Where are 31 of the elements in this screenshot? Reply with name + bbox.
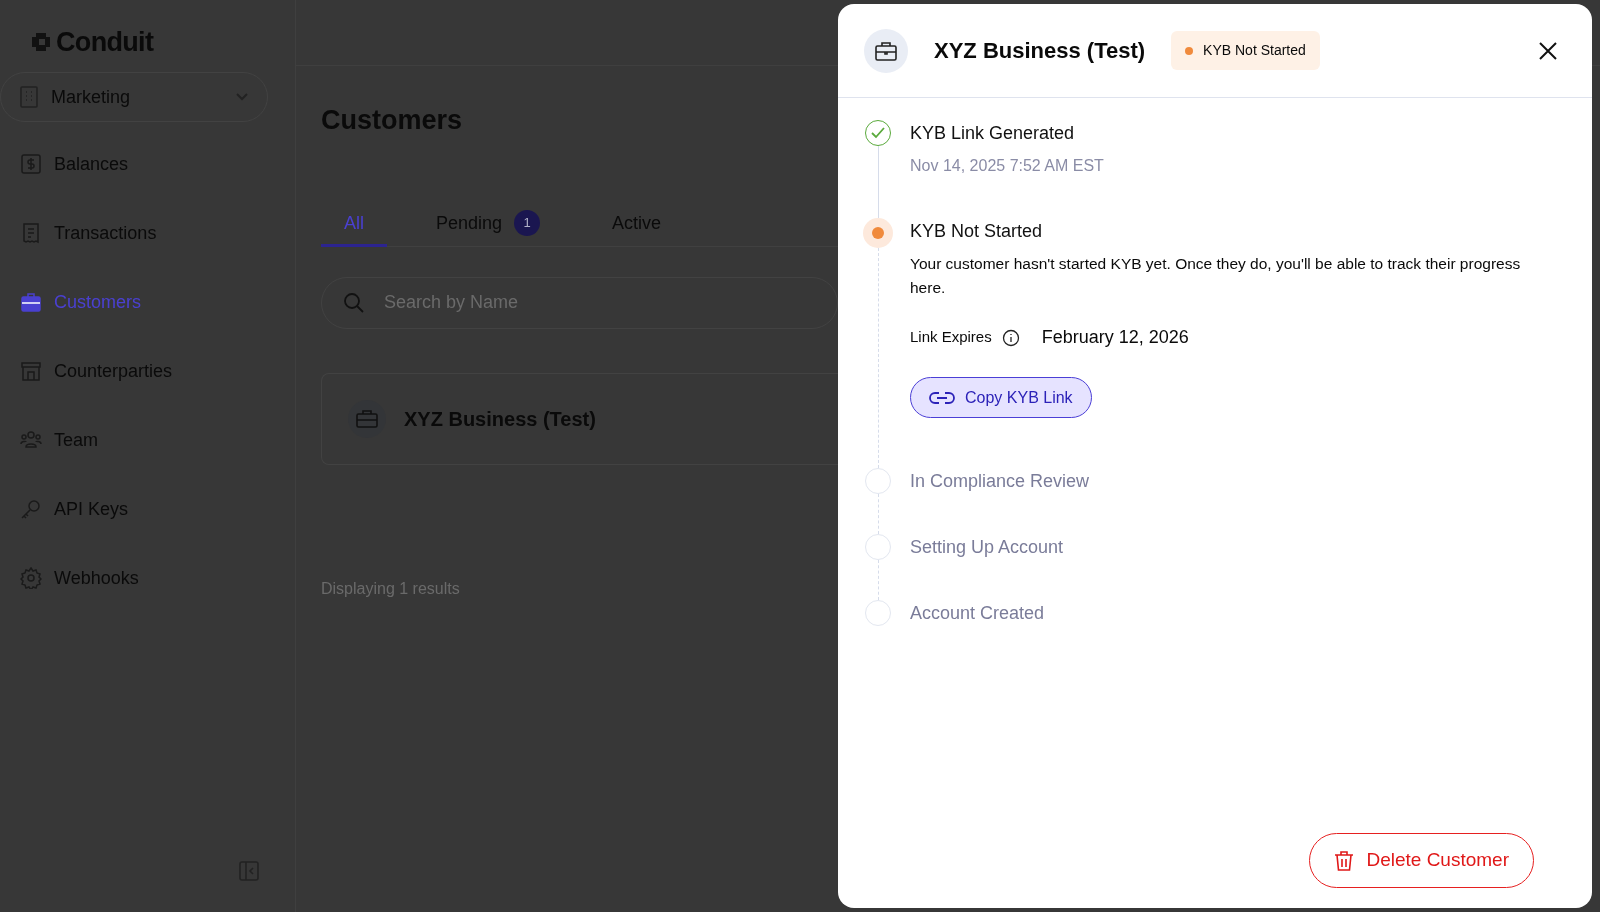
- info-icon: [1001, 328, 1020, 347]
- logo-icon: [30, 31, 52, 53]
- close-icon[interactable]: [1538, 40, 1558, 61]
- status-badge: KYB Not Started: [1171, 31, 1320, 70]
- settings-icon: [20, 567, 42, 589]
- search-icon: [343, 291, 365, 314]
- briefcase-icon: [348, 399, 386, 438]
- step-title: Account Created: [910, 602, 1045, 625]
- step-time: Nov 14, 2025 7:52 AM EST: [910, 156, 1104, 176]
- trash-icon: [1334, 849, 1355, 872]
- sidebar-item[interactable]: Customers: [0, 280, 260, 324]
- panel-title: XYZ Business (Test): [934, 37, 1146, 65]
- link-icon: [929, 390, 955, 405]
- step-title: KYB Not Started: [910, 220, 1044, 243]
- current-step-marker: [863, 218, 893, 248]
- briefcase-icon: [864, 28, 908, 73]
- count-badge: 1: [514, 210, 541, 236]
- receipt-icon: [20, 222, 42, 244]
- key-icon: [20, 498, 42, 520]
- storefront-icon: [20, 360, 42, 382]
- step-title: In Compliance Review: [910, 470, 1090, 493]
- copy-link-button[interactable]: Copy KYB Link: [910, 377, 1092, 418]
- dollar-icon: [20, 153, 42, 175]
- expiry-date: February 12, 2026: [1041, 326, 1189, 349]
- tab[interactable]: All: [321, 202, 387, 247]
- expiry-label: Link Expires: [910, 327, 992, 348]
- step-description: Your customer hasn't started KYB yet. Once they do, you'll be able to track their progress here.: [910, 254, 1522, 298]
- people-icon: [20, 429, 42, 451]
- briefcase-icon: [20, 291, 42, 313]
- step-title: KYB Link Generated: [910, 122, 1076, 145]
- step-title: Setting Up Account: [910, 536, 1064, 559]
